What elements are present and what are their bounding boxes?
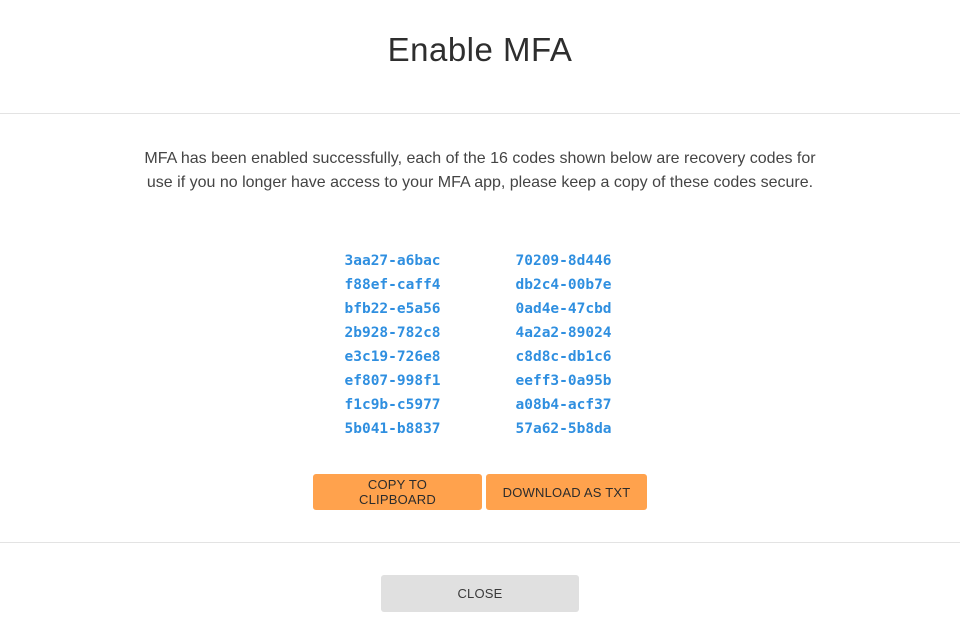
recovery-code: 0ad4e-47cbd: [515, 301, 612, 317]
recovery-code: c8d8c-db1c6: [515, 349, 612, 365]
copy-to-clipboard-button[interactable]: COPY TO CLIPBOARD: [313, 474, 482, 510]
recovery-code: db2c4-00b7e: [515, 277, 612, 293]
dialog-body: MFA has been enabled successfully, each …: [0, 114, 960, 543]
recovery-code: eeff3-0a95b: [515, 373, 612, 389]
recovery-code: bfb22-e5a56: [344, 301, 441, 317]
recovery-code: 2b928-782c8: [344, 325, 441, 341]
recovery-code: e3c19-726e8: [344, 349, 441, 365]
download-as-txt-button[interactable]: DOWNLOAD AS TXT: [486, 474, 647, 510]
recovery-code: a08b4-acf37: [515, 397, 612, 413]
dialog-footer: CLOSE: [0, 543, 960, 636]
close-button[interactable]: CLOSE: [381, 575, 579, 612]
recovery-code: 57a62-5b8da: [515, 421, 612, 437]
recovery-code: 70209-8d446: [515, 253, 612, 269]
recovery-codes-section: 3aa27-a6bac 70209-8d446 f88ef-caff4 db2c…: [0, 249, 960, 441]
dialog-title: Enable MFA: [387, 30, 573, 68]
recovery-code: ef807-998f1: [344, 373, 441, 389]
enable-mfa-dialog: Enable MFA MFA has been enabled successf…: [0, 0, 960, 636]
recovery-code: 3aa27-a6bac: [344, 253, 441, 269]
recovery-code: f88ef-caff4: [344, 277, 441, 293]
recovery-codes-description: MFA has been enabled successfully, each …: [144, 150, 816, 191]
recovery-code: f1c9b-c5977: [344, 397, 441, 413]
recovery-code: 4a2a2-89024: [515, 325, 612, 341]
dialog-header: Enable MFA: [0, 0, 960, 114]
recovery-code-actions: COPY TO CLIPBOARD DOWNLOAD AS TXT: [0, 474, 960, 510]
recovery-code: 5b041-b8837: [344, 421, 441, 437]
recovery-codes-list: 3aa27-a6bac 70209-8d446 f88ef-caff4 db2c…: [345, 249, 636, 441]
